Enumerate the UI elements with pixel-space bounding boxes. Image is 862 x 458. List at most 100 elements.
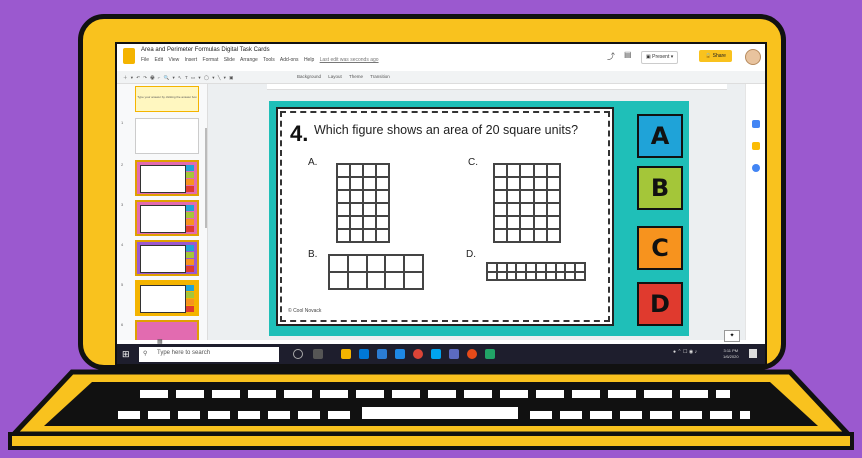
slide-thumbnail-selected[interactable] — [135, 280, 199, 316]
last-edit-link[interactable]: Last edit was seconds ago — [320, 57, 379, 63]
filmstrip-scrollbar[interactable] — [205, 128, 207, 228]
slide-filmstrip: Type your answer by clicking the answer … — [117, 84, 208, 340]
system-tray[interactable]: ● ⌃ ☐ ◉ ♪ — [673, 349, 697, 355]
menu-tools[interactable]: Tools — [263, 57, 275, 63]
answer-button-d[interactable]: D — [637, 282, 683, 326]
grid-cell — [376, 190, 389, 203]
grid-cell — [376, 164, 389, 177]
option-a-label: A. — [308, 157, 318, 168]
photos-icon[interactable] — [395, 349, 405, 359]
grid-cell — [507, 216, 521, 229]
keep-icon[interactable] — [752, 142, 760, 150]
grid-cell — [546, 203, 560, 216]
grid-cell — [506, 271, 517, 280]
menu-view[interactable]: View — [168, 57, 179, 63]
menu-edit[interactable]: Edit — [154, 57, 163, 63]
option-a-figure — [336, 163, 390, 243]
grid-cell — [337, 216, 350, 229]
store-icon[interactable] — [359, 349, 369, 359]
teams-icon[interactable] — [449, 349, 459, 359]
excel-icon[interactable] — [485, 349, 495, 359]
theme-button[interactable]: Theme — [349, 74, 363, 79]
menu-help[interactable]: Help — [304, 57, 314, 63]
search-icon: ⚲ — [143, 351, 148, 357]
grid-cell — [404, 255, 423, 272]
slide-thumbnail[interactable] — [135, 160, 199, 196]
grid-cell — [507, 177, 521, 190]
grid-cell — [385, 272, 405, 289]
transition-button[interactable]: Transition — [370, 74, 390, 79]
menu-addons[interactable]: Add-ons — [280, 57, 299, 63]
layout-button[interactable]: Layout — [328, 74, 342, 79]
present-button[interactable]: ▣ Present ▾ — [641, 51, 679, 64]
slide-thumbnail[interactable] — [135, 240, 199, 276]
task-view-icon[interactable] — [313, 349, 323, 359]
document-title[interactable]: Area and Perimeter Formulas Digital Task… — [141, 47, 270, 53]
grid-cell — [363, 190, 376, 203]
slides-logo-icon — [123, 48, 135, 64]
menu-arrange[interactable]: Arrange — [240, 57, 258, 63]
edge-icon[interactable] — [431, 349, 441, 359]
slide-thumbnail[interactable] — [135, 320, 199, 340]
activity-icon[interactable]: ⤴ — [607, 51, 615, 62]
windows-taskbar: ⊞ ⚲ Type here to search ● ⌃ ☐ ◉ ♪ 3:11 P… — [117, 344, 765, 364]
grid-cell — [350, 203, 363, 216]
answer-button-c[interactable]: C — [637, 226, 683, 270]
grid-cell — [575, 271, 585, 280]
notifications-icon[interactable] — [749, 349, 757, 358]
menu-slide[interactable]: Slide — [224, 57, 235, 63]
avatar[interactable] — [745, 49, 761, 65]
side-panel — [745, 84, 765, 340]
answer-button-a[interactable]: A — [637, 114, 683, 158]
grid-cell — [350, 216, 363, 229]
file-explorer-icon[interactable] — [341, 349, 351, 359]
background-button[interactable]: Background — [297, 74, 321, 79]
clock[interactable]: 3:11 PM 1/6/2020 — [723, 348, 739, 360]
grid-cell — [487, 263, 497, 272]
option-d-label: D. — [466, 249, 476, 260]
grid-cell — [546, 229, 560, 242]
menu-file[interactable]: File — [141, 57, 149, 63]
grid-cell — [520, 216, 534, 229]
option-c-label: C. — [468, 157, 478, 168]
grid-cell — [366, 272, 386, 289]
slide-thumbnail-notes[interactable]: Type your answer by clicking the answer … — [135, 86, 199, 112]
grid-cell — [350, 164, 363, 177]
grid-cell — [533, 216, 547, 229]
grid-cell — [347, 272, 367, 289]
grid-cell — [494, 164, 508, 177]
menu-insert[interactable]: Insert — [185, 57, 198, 63]
slide-number: 5 — [121, 282, 124, 287]
slide-number: 2 — [121, 162, 124, 167]
answer-button-b[interactable]: B — [637, 166, 683, 210]
slide-thumbnail[interactable] — [135, 200, 199, 236]
grid-cell — [533, 190, 547, 203]
menu-format[interactable]: Format — [203, 57, 219, 63]
spacebar — [362, 407, 518, 419]
toolbar-icons[interactable]: ＋ ▾ ↶ ↷ 🖶 ⌐ 🔍 ▾ ↖ T ▭ ▾ ◯ ▾ ╲ ▾ ▣ — [123, 74, 234, 82]
grid-cell — [545, 263, 556, 272]
slide-thumbnail-blank[interactable] — [135, 118, 199, 154]
grid-cell — [520, 164, 534, 177]
word-icon[interactable] — [377, 349, 387, 359]
cortana-icon[interactable] — [293, 349, 303, 359]
comment-icon[interactable]: ▤ — [624, 50, 632, 59]
explore-icon[interactable]: ✦ — [724, 330, 740, 342]
option-d-figure — [486, 262, 586, 281]
slide-number: 1 — [121, 120, 124, 125]
grid-cell — [385, 255, 405, 272]
tasks-icon[interactable] — [752, 164, 760, 172]
firefox-icon[interactable] — [467, 349, 477, 359]
grid-cell — [329, 255, 348, 272]
calendar-icon[interactable] — [752, 120, 760, 128]
chrome-icon[interactable] — [413, 349, 423, 359]
menu-bar: File Edit View Insert Format Slide Arran… — [141, 57, 383, 63]
taskbar-search-input[interactable]: ⚲ Type here to search — [139, 347, 279, 362]
grid-cell — [555, 263, 566, 272]
grid-cell — [520, 190, 534, 203]
share-button[interactable]: 🔒 Share — [699, 50, 732, 62]
windows-start-icon[interactable]: ⊞ — [122, 349, 132, 359]
grid-cell — [337, 229, 350, 242]
grid-cell — [507, 229, 521, 242]
grid-cell — [526, 263, 536, 272]
